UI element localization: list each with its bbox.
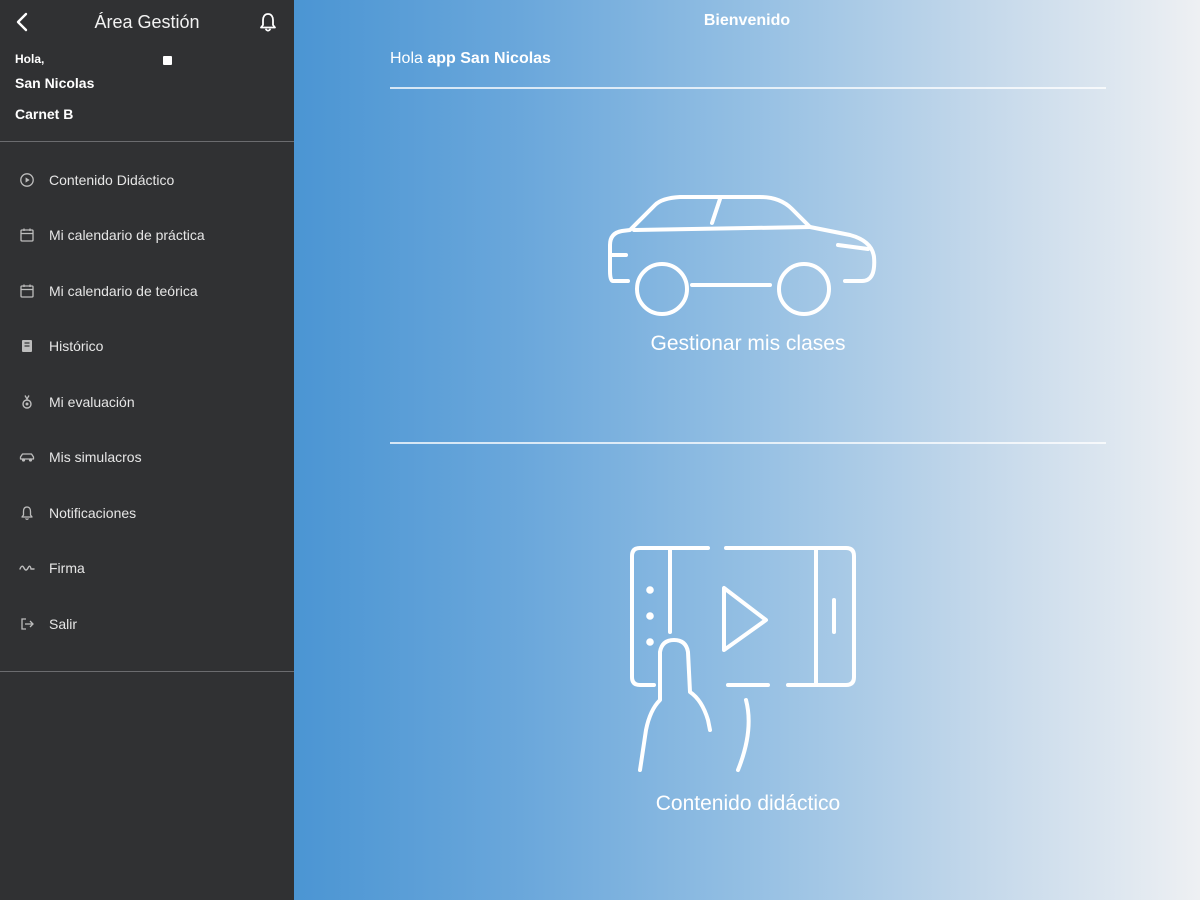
medal-icon <box>18 393 36 411</box>
greeting-label: Hola, <box>15 52 45 66</box>
sidebar-item-label: Firma <box>49 560 85 577</box>
divider-middle <box>390 442 1106 444</box>
contenido-didactico-card[interactable]: Contenido didáctico <box>390 530 1106 830</box>
sidebar-item-label: Contenido Didáctico <box>49 171 175 188</box>
sidebar-item-salir[interactable]: Salir <box>0 596 294 652</box>
sidebar-item-mi-evaluacion[interactable]: Mi evaluación <box>0 374 294 430</box>
bell-icon <box>18 504 36 522</box>
sidebar-item-label: Mis simulacros <box>49 449 142 466</box>
play-circle-icon <box>18 171 36 189</box>
signature-icon <box>18 559 36 577</box>
calendar-icon <box>18 282 36 300</box>
car-icon <box>18 448 36 466</box>
gestionar-clases-card[interactable]: Gestionar mis clases <box>390 180 1106 380</box>
status-dot <box>163 56 172 65</box>
sidebar-item-firma[interactable]: Firma <box>0 541 294 597</box>
sidebar-item-label: Mi calendario de práctica <box>49 227 205 244</box>
card-label-gestionar: Gestionar mis clases <box>650 332 846 355</box>
page-title: Bienvenido <box>703 12 791 29</box>
bell-icon[interactable] <box>258 11 278 33</box>
sidebar-item-label: Mi evaluación <box>49 393 135 410</box>
sidebar-item-contenido-didactico[interactable]: Contenido Didáctico <box>0 152 294 208</box>
tablet-video-icon <box>630 546 856 772</box>
sidebar-menu: Contenido Didáctico Mi calendario de prá… <box>0 152 294 652</box>
logout-icon <box>18 615 36 633</box>
sidebar-item-notificaciones[interactable]: Notificaciones <box>0 485 294 541</box>
user-info: Hola, San Nicolas Carnet B <box>15 52 285 122</box>
sidebar-header: Área Gestión <box>0 0 294 44</box>
sidebar-item-label: Salir <box>49 615 78 632</box>
sidebar-item-label: Mi calendario de teórica <box>49 282 198 299</box>
sidebar-item-calendario-teorica[interactable]: Mi calendario de teórica <box>0 263 294 319</box>
book-icon <box>18 337 36 355</box>
sidebar: Área Gestión Hola, San Nicolas Carnet B … <box>0 0 294 900</box>
sidebar-divider-top <box>0 141 294 142</box>
sidebar-divider-bottom <box>0 671 294 672</box>
car-outline-icon <box>608 195 877 316</box>
license-label: Carnet B <box>15 106 74 122</box>
calendar-icon <box>18 226 36 244</box>
welcome-line: Hola app San Nicolas <box>390 50 551 68</box>
sidebar-item-historico[interactable]: Histórico <box>0 319 294 375</box>
card-label-contenido: Contenido didáctico <box>655 792 841 815</box>
welcome-prefix: Hola <box>390 50 423 67</box>
sidebar-title: Área Gestión <box>94 12 200 32</box>
sidebar-item-calendario-practica[interactable]: Mi calendario de práctica <box>0 208 294 264</box>
sidebar-item-label: Notificaciones <box>49 504 137 521</box>
sidebar-item-label: Histórico <box>49 338 104 355</box>
main-content: Bienvenido Hola app San Nicolas Gestiona… <box>294 0 1200 900</box>
welcome-name: app San Nicolas <box>427 50 551 67</box>
divider-top <box>390 87 1106 89</box>
user-name: San Nicolas <box>15 75 95 91</box>
sidebar-item-mis-simulacros[interactable]: Mis simulacros <box>0 430 294 486</box>
